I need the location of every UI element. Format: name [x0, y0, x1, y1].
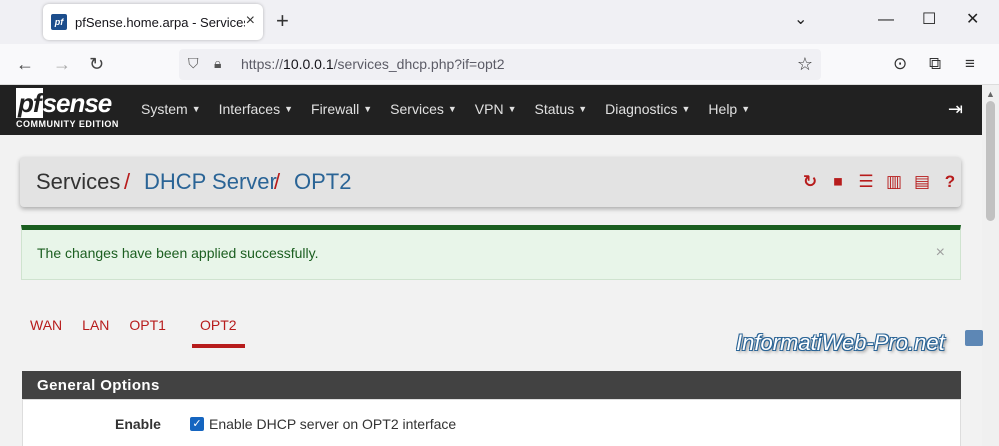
back-icon[interactable]: ←: [16, 54, 34, 74]
pfsense-favicon-icon: pf: [51, 14, 67, 30]
breadcrumb-dhcp-server[interactable]: DHCP Server: [144, 169, 277, 195]
enable-dhcp-checkbox[interactable]: ✓: [190, 417, 204, 431]
menu-vpn[interactable]: VPN ▼: [475, 101, 517, 117]
breadcrumb-icons: ↻ ⏹ ☰ ▥ ▤ ?: [793, 171, 961, 193]
menu-diagnostics[interactable]: Diagnostics ▼: [605, 101, 690, 117]
menu-firewall[interactable]: Firewall ▼: [311, 101, 372, 117]
menu-help[interactable]: Help ▼: [708, 101, 750, 117]
help-icon[interactable]: ?: [939, 171, 961, 193]
interface-tabs: WAN LAN OPT1 OPT2: [20, 307, 245, 348]
extensions-icon[interactable]: ⧉: [929, 54, 941, 74]
enable-dhcp-checkbox-label[interactable]: Enable DHCP server on OPT2 interface: [209, 416, 456, 432]
menu-services[interactable]: Services ▼: [390, 101, 457, 117]
pfsense-logo[interactable]: pfsense COMMUNITY EDITION: [16, 88, 119, 129]
reload-icon[interactable]: ↻: [89, 54, 104, 74]
breadcrumb-opt2[interactable]: OPT2: [294, 169, 351, 195]
browser-tabstrip: pf pfSense.home.arpa - Services: D × + ⌄…: [0, 0, 999, 44]
forward-icon[interactable]: →: [53, 54, 71, 74]
tab-wan[interactable]: WAN: [20, 307, 72, 345]
close-tab-icon[interactable]: ×: [246, 13, 255, 29]
breadcrumb-services: Services: [36, 169, 121, 194]
breadcrumb-separator: /: [274, 169, 281, 194]
browser-navbar: ← → ↻ ⛉ 🔒︎ https://10.0.0.1/services_dhc…: [0, 44, 999, 85]
lock-icon[interactable]: 🔒︎: [214, 55, 221, 72]
new-tab-icon[interactable]: +: [276, 10, 289, 32]
url-text[interactable]: https://10.0.0.1/services_dhcp.php?if=op…: [241, 56, 504, 72]
tab-opt2[interactable]: OPT2: [191, 307, 245, 348]
menu-status[interactable]: Status ▼: [535, 101, 588, 117]
menu-interfaces[interactable]: Interfaces ▼: [219, 101, 293, 117]
general-options-body: Enable ✓ Enable DHCP server on OPT2 inte…: [22, 399, 961, 446]
shield-icon[interactable]: ⛉: [188, 55, 199, 72]
log-list-icon[interactable]: ▤: [911, 171, 933, 193]
alert-message: The changes have been applied successful…: [37, 245, 319, 261]
pocket-icon[interactable]: ⊙: [893, 54, 907, 74]
success-alert: The changes have been applied successful…: [21, 225, 961, 280]
general-options-header: General Options: [22, 371, 961, 399]
scroll-thumb[interactable]: [986, 101, 995, 221]
url-bar[interactable]: ⛉ 🔒︎ https://10.0.0.1/services_dhcp.php?…: [179, 49, 821, 80]
status-chart-icon[interactable]: ▥: [883, 171, 905, 193]
breadcrumb: Services / DHCP Server / OPT2 ↻ ⏹ ☰ ▥ ▤ …: [20, 157, 961, 207]
main-menu: System ▼ Interfaces ▼ Firewall ▼ Services ▼ …: [141, 101, 768, 117]
tab-opt1[interactable]: OPT1: [119, 307, 176, 345]
bookmark-star-icon[interactable]: ☆: [797, 54, 813, 75]
stop-service-icon[interactable]: ⏹: [827, 171, 849, 193]
tab-list-chevron-icon[interactable]: ⌄: [794, 10, 807, 30]
tab-lan[interactable]: LAN: [72, 307, 119, 345]
maximize-icon[interactable]: ☐: [922, 10, 936, 30]
scroll-up-icon[interactable]: ▲: [986, 89, 995, 99]
alert-close-icon[interactable]: ×: [936, 244, 945, 262]
enable-label: Enable: [115, 416, 161, 432]
panel-title: General Options: [37, 377, 160, 394]
pfsense-navbar: pfsense COMMUNITY EDITION System ▼ Interf…: [0, 85, 982, 135]
menu-system[interactable]: System ▼: [141, 101, 201, 117]
pfsense-page: pfsense COMMUNITY EDITION System ▼ Interf…: [0, 85, 982, 446]
breadcrumb-separator: /: [124, 169, 131, 194]
watermark-laptop-icon: [965, 330, 983, 346]
minimize-icon[interactable]: —: [878, 10, 894, 30]
close-window-icon[interactable]: ✕: [966, 10, 979, 30]
watermark: InformatiWeb-Pro.net: [736, 330, 945, 355]
tab-title: pfSense.home.arpa - Services: D: [75, 14, 245, 30]
app-menu-icon[interactable]: ≡: [965, 54, 975, 74]
page-scrollbar[interactable]: ▲: [982, 85, 999, 446]
logout-icon[interactable]: ⇥: [948, 99, 963, 120]
browser-tab[interactable]: pf pfSense.home.arpa - Services: D ×: [43, 4, 263, 40]
settings-sliders-icon[interactable]: ☰: [855, 171, 877, 193]
restart-service-icon[interactable]: ↻: [799, 171, 821, 193]
